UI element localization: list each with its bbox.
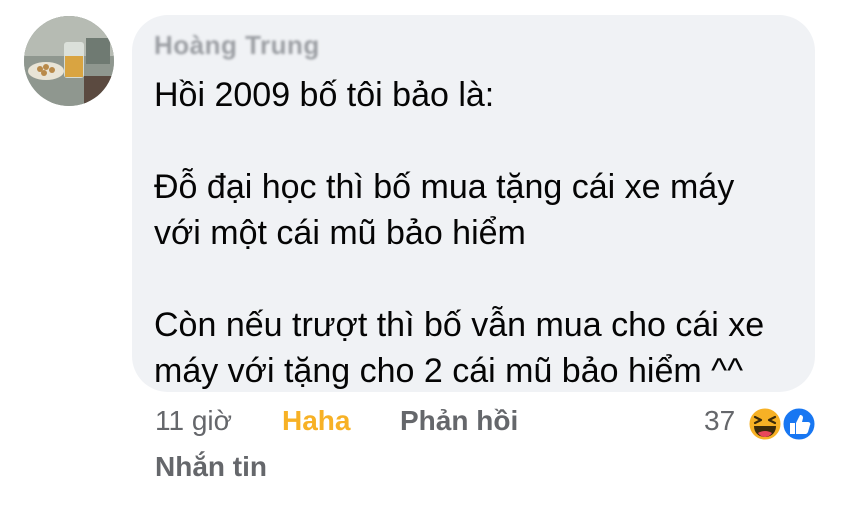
avatar[interactable] <box>24 16 114 106</box>
comment-paragraph: Còn nếu trượt thì bố vẫn mua cho cái xe … <box>154 306 765 390</box>
haha-reaction-button[interactable]: Haha <box>282 405 350 437</box>
reaction-icons[interactable] <box>745 404 821 444</box>
comment-paragraph: Đỗ đại học thì bố mua tặng cái xe máy vớ… <box>154 168 735 252</box>
message-button[interactable]: Nhắn tin <box>155 451 267 483</box>
comment-author-name[interactable]: Hoàng Trung <box>154 30 320 61</box>
comment-text: Hồi 2009 bố tôi bảo là: Đỗ đại học thì b… <box>154 72 804 394</box>
like-icon <box>780 405 818 443</box>
comment-paragraph: Hồi 2009 bố tôi bảo là: <box>154 76 495 114</box>
comment-timestamp[interactable]: 11 giờ <box>155 405 232 437</box>
reaction-count[interactable]: 37 <box>704 405 735 437</box>
avatar-photo <box>24 16 114 106</box>
reply-button[interactable]: Phản hồi <box>400 405 518 437</box>
haha-icon <box>746 405 784 443</box>
